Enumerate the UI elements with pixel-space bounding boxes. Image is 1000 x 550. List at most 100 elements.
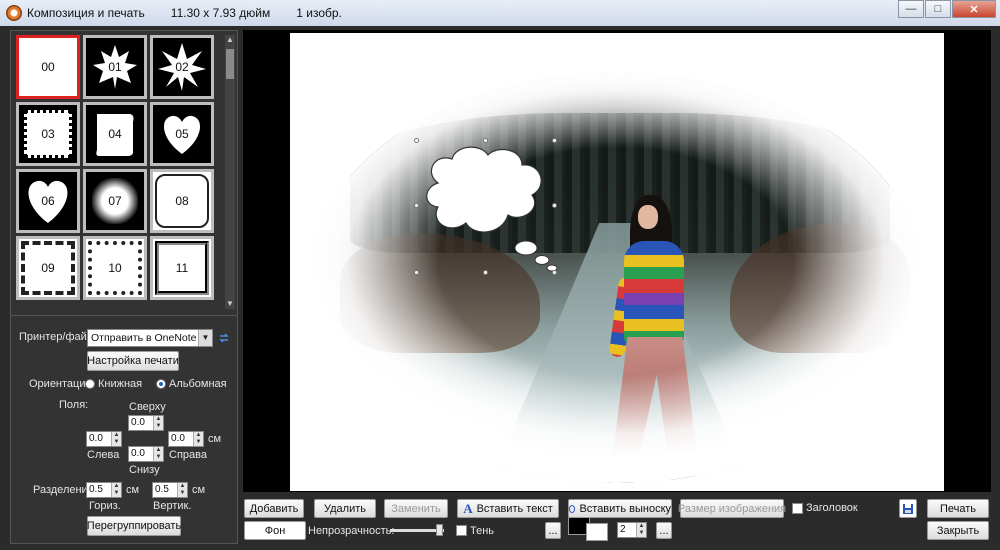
template-number: 04 [108, 127, 122, 141]
split-vert-input[interactable]: 0.5 ▲ ▼ [152, 482, 188, 498]
template-item[interactable]: 03 [16, 102, 80, 166]
refresh-icon[interactable] [218, 332, 230, 344]
insert-callout-label: Вставить выноску [579, 502, 671, 515]
opacity-label: Непрозрачность: [308, 525, 395, 537]
template-item[interactable]: 09 [16, 236, 80, 300]
margin-unit-label: см [208, 433, 222, 445]
window-title: Композиция и печать [27, 6, 145, 20]
template-item[interactable]: 08 [150, 169, 214, 233]
margin-left-input[interactable]: 0.0 ▲ ▼ [86, 431, 122, 447]
template-number: 02 [175, 60, 189, 74]
close-window-button[interactable]: ✕ [952, 0, 996, 18]
replace-button[interactable]: Заменить [384, 499, 448, 518]
thought-bubble-tail [514, 240, 558, 272]
stepper-icon[interactable]: ▲ ▼ [111, 483, 121, 497]
resize-handle[interactable] [414, 270, 419, 275]
stepper-icon[interactable]: ▲ ▼ [177, 483, 187, 497]
save-icon[interactable] [899, 499, 917, 518]
print-settings: Принтер/файл: Отправить в OneNote 201 ▼ … [11, 315, 237, 543]
margin-bottom-input[interactable]: 0.0 ▲ ▼ [128, 446, 164, 462]
color-options-button[interactable]: ... [656, 522, 672, 539]
margin-left-value: 0.0 [89, 433, 103, 444]
printer-select[interactable]: Отправить в OneNote 201 ▼ [87, 329, 213, 347]
template-number: 11 [175, 261, 189, 275]
regroup-button[interactable]: Перегруппировать [87, 516, 181, 536]
margin-top-value: 0.0 [131, 417, 145, 428]
print-setup-button[interactable]: Настройка печати [87, 351, 179, 371]
template-item[interactable]: 07 [83, 169, 147, 233]
shadow-options-button[interactable]: ... [545, 522, 561, 539]
template-number: 06 [41, 194, 55, 208]
delete-button[interactable]: Удалить [314, 499, 376, 518]
margin-right-input[interactable]: 0.0 ▲ ▼ [168, 431, 204, 447]
template-item[interactable]: 05 [150, 102, 214, 166]
landscape-radio[interactable] [156, 379, 166, 389]
resize-handle[interactable] [483, 270, 488, 275]
split-vert-label: Вертик. [153, 500, 192, 512]
vignette-overlay [310, 73, 922, 483]
resize-handle[interactable] [552, 138, 557, 143]
resize-handle[interactable] [552, 203, 557, 208]
margin-top-input[interactable]: 0.0 ▲ ▼ [128, 415, 164, 431]
template-item[interactable]: 02 [150, 35, 214, 99]
opacity-slider-knob[interactable] [436, 524, 443, 536]
image-count: 1 изобр. [296, 6, 342, 20]
image-size-button[interactable]: Размер изображения [678, 499, 786, 518]
resize-handle[interactable] [483, 138, 488, 143]
print-button[interactable]: Печать [927, 499, 989, 518]
stepper-icon[interactable]: ▲ ▼ [153, 416, 163, 430]
template-item[interactable]: 11 [150, 236, 214, 300]
insert-text-button[interactable]: A Вставить текст [457, 499, 559, 518]
text-a-icon: A [463, 500, 473, 516]
canvas-area [243, 30, 991, 492]
resize-handle[interactable] [414, 203, 419, 208]
app-icon [6, 5, 22, 21]
print-page[interactable] [290, 33, 944, 491]
chevron-down-icon: ▼ [198, 330, 212, 346]
portrait-radio[interactable] [85, 379, 95, 389]
template-number: 03 [41, 127, 55, 141]
margin-right-value: 0.0 [171, 433, 185, 444]
template-number: 09 [41, 261, 55, 275]
template-item[interactable]: 10 [83, 236, 147, 300]
photo-image[interactable] [310, 73, 922, 483]
insert-callout-button[interactable]: Вставить выноску [568, 499, 672, 518]
template-item[interactable]: 00 [16, 35, 80, 99]
template-number: 08 [175, 194, 189, 208]
header-checkbox[interactable] [792, 503, 803, 514]
stepper-icon[interactable]: ▲ ▼ [111, 432, 121, 446]
scroll-down-icon[interactable]: ▼ [225, 299, 235, 309]
margin-top-label: Сверху [129, 401, 166, 413]
gallery-scrollbar[interactable]: ▲ ▼ [225, 35, 235, 309]
background-button[interactable]: Фон [244, 521, 306, 540]
resize-handle[interactable] [414, 138, 419, 143]
header-label: Заголовок [806, 502, 858, 514]
template-gallery: 00 01 02 03 04 05 06 07 08 09 10 11 [16, 35, 224, 307]
template-number: 05 [175, 127, 189, 141]
fill-color-swatch[interactable] [586, 523, 608, 541]
split-horiz-input[interactable]: 0.5 ▲ ▼ [86, 482, 122, 498]
margin-bottom-label: Снизу [129, 464, 160, 476]
template-item[interactable]: 01 [83, 35, 147, 99]
template-item[interactable]: 04 [83, 102, 147, 166]
resize-handle[interactable] [552, 270, 557, 275]
scrollbar-thumb[interactable] [226, 49, 234, 79]
close-button[interactable]: Закрыть [927, 521, 989, 540]
split-unit-h: см [126, 484, 140, 496]
minimize-button[interactable]: — [898, 0, 924, 18]
stepper-icon[interactable]: ▲ ▼ [153, 447, 163, 461]
stepper-icon[interactable]: ▲ ▼ [636, 523, 646, 537]
template-number: 07 [108, 194, 122, 208]
scroll-up-icon[interactable]: ▲ [225, 35, 235, 45]
shadow-checkbox[interactable] [456, 525, 467, 536]
printer-label: Принтер/файл: [19, 331, 97, 343]
margin-left-label: Слева [87, 449, 120, 461]
maximize-button[interactable]: □ [925, 0, 951, 18]
line-width-input[interactable]: 2 ▲ ▼ [617, 522, 647, 538]
stepper-icon[interactable]: ▲ ▼ [193, 432, 203, 446]
thought-bubble-callout[interactable] [418, 143, 552, 241]
portrait-label: Книжная [98, 378, 143, 390]
add-button[interactable]: Добавить [244, 499, 304, 518]
template-item[interactable]: 06 [16, 169, 80, 233]
template-number: 01 [108, 60, 122, 74]
